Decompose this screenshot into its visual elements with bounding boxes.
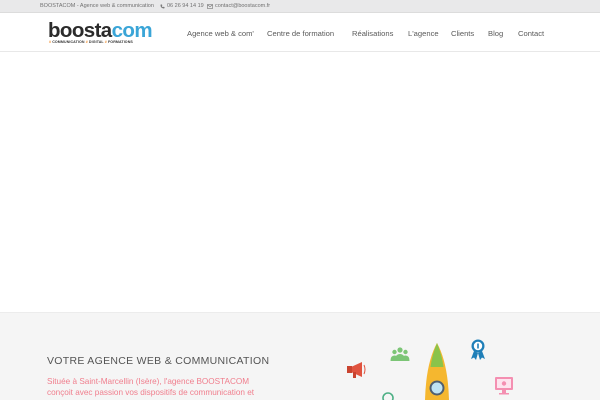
phone-link[interactable]: 06 26 94 14 19 (160, 3, 204, 9)
logo-tagline: # COMMUNICATION # DIGITAL # FORMATIONS (49, 40, 133, 44)
rocket-icon (425, 343, 449, 400)
main-header: boostacom # COMMUNICATION # DIGITAL # FO… (0, 13, 600, 52)
phone-number: 06 26 94 14 19 (167, 3, 204, 9)
nav-item-contact[interactable]: Contact (518, 29, 544, 38)
nav-item-clients[interactable]: Clients (451, 29, 474, 38)
monitor-icon (495, 377, 513, 395)
email-link[interactable]: contact@boostacom.fr (207, 3, 270, 9)
team-icon (390, 347, 410, 361)
phone-icon (160, 4, 165, 8)
section-title: VOTRE AGENCE WEB & COMMUNICATION (47, 355, 270, 367)
nav-item-agence-web[interactable]: Agence web & com' (187, 29, 254, 38)
email-address: contact@boostacom.fr (215, 3, 271, 9)
nav-item-realisations[interactable]: Réalisations (352, 29, 393, 38)
site-label: BOOSTACOM - Agence web & communication (40, 3, 154, 9)
section-intro-text: Située à Saint-Marcellin (Isère), l'agen… (47, 377, 255, 400)
megaphone-icon (347, 362, 366, 378)
illustration (347, 339, 513, 400)
award-icon (471, 339, 485, 360)
top-info-bar: BOOSTACOM - Agence web & communication 0… (0, 0, 600, 13)
boostacom-logo[interactable]: boostacom # COMMUNICATION # DIGITAL # FO… (48, 19, 160, 46)
nav-item-blog[interactable]: Blog (488, 29, 503, 38)
nav-item-centre-formation[interactable]: Centre de formation (267, 29, 334, 38)
hero-area (0, 52, 600, 312)
target-icon (382, 392, 394, 400)
nav-item-agence[interactable]: L'agence (408, 29, 439, 38)
mail-icon (207, 3, 213, 9)
